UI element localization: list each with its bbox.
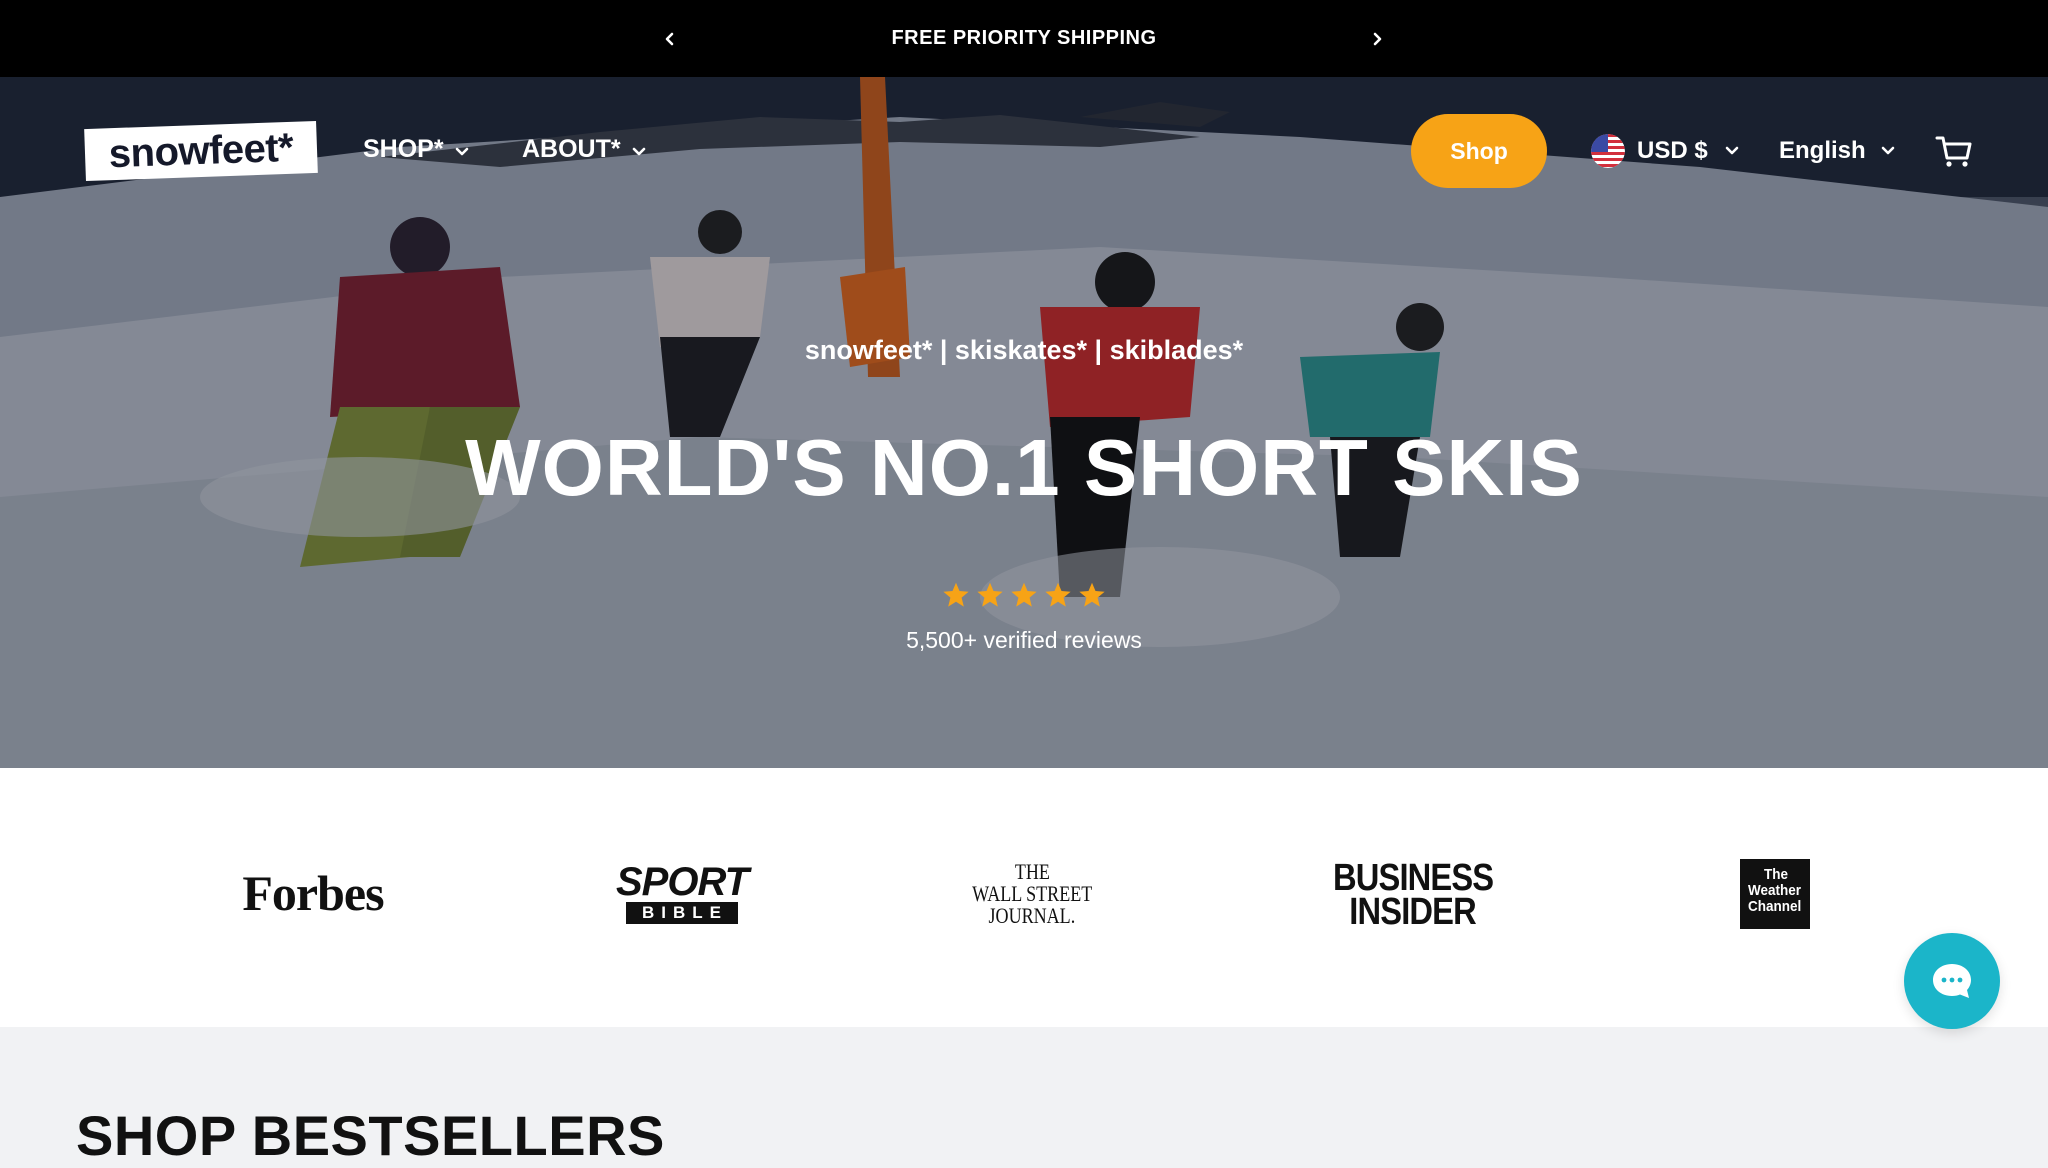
weather-channel-logo-line: Channel <box>1747 898 1802 915</box>
cart-icon[interactable] <box>1934 131 1974 171</box>
wall-street-journal-logo: THE WALL STREET JOURNAL. <box>972 860 1092 928</box>
wsj-logo-line: JOURNAL. <box>988 903 1076 928</box>
chevron-down-icon <box>1881 146 1894 155</box>
nav-about-label: ABOUT* <box>522 134 621 163</box>
announcement-prev-button[interactable] <box>655 24 685 54</box>
star-rating <box>0 581 2048 609</box>
hero-subtitle: snowfeet* | skiskates* | skiblades* <box>804 335 1244 365</box>
business-insider-logo-line: INSIDER <box>1349 891 1477 933</box>
site-logo[interactable]: snowfeet* <box>84 120 318 182</box>
currency-label: USD $ <box>1637 137 1708 164</box>
weather-channel-logo-line: Weather <box>1748 882 1802 899</box>
weather-channel-logo: The Weather Channel <box>1740 859 1810 929</box>
chevron-down-icon <box>632 147 645 156</box>
bestsellers-section: SHOP BESTSELLERS <box>0 1027 2048 1167</box>
reviews-count[interactable]: 5,500+ verified reviews <box>0 627 2048 654</box>
chat-icon <box>1933 964 1971 998</box>
hero-title: WORLD'S NO.1 SHORT SKIS <box>465 423 1583 512</box>
announcement-next-button[interactable] <box>1362 24 1392 54</box>
language-label: English <box>1779 137 1866 164</box>
us-flag-icon <box>1591 134 1625 168</box>
press-logos-strip: Forbes SPORT BIBLE THE WALL STREET JOURN… <box>0 768 2048 1027</box>
nav-shop-label: SHOP* <box>363 134 444 163</box>
business-insider-logo: BUSINESS INSIDER <box>1318 857 1508 933</box>
forbes-logo: Forbes <box>242 865 384 921</box>
sport-bible-logo-bottom: BIBLE <box>626 902 738 924</box>
nav-shop-menu[interactable]: SHOP* <box>363 129 470 169</box>
chevron-left-icon <box>665 32 674 46</box>
currency-selector[interactable]: USD $ <box>1591 133 1740 169</box>
chevron-down-icon <box>1725 146 1738 155</box>
sport-bible-logo: SPORT BIBLE <box>616 860 749 926</box>
star-icon <box>943 582 969 607</box>
bestsellers-heading: SHOP BESTSELLERS <box>76 1104 665 1167</box>
language-selector[interactable]: English <box>1779 133 1896 169</box>
wsj-logo-line: THE <box>1014 859 1050 884</box>
star-icon <box>1079 582 1105 607</box>
chat-button[interactable] <box>1904 933 2000 1029</box>
hero-section: snowfeet* SHOP* ABOUT* Shop USD $ Englis… <box>0 77 2048 768</box>
announcement-bar: FREE PRIORITY SHIPPING <box>0 0 2048 77</box>
star-icon <box>977 582 1003 607</box>
chevron-down-icon <box>455 147 468 156</box>
star-icon <box>1011 582 1037 607</box>
sport-bible-logo-top: SPORT <box>615 860 749 904</box>
wsj-logo-line: WALL STREET <box>971 881 1093 906</box>
weather-channel-logo-line: The <box>1764 866 1789 883</box>
nav-about-menu[interactable]: ABOUT* <box>522 129 647 169</box>
business-insider-logo-line: BUSINESS <box>1332 857 1494 899</box>
announcement-text: FREE PRIORITY SHIPPING <box>891 27 1157 49</box>
chevron-right-icon <box>1373 32 1382 46</box>
shop-button[interactable]: Shop <box>1411 114 1547 188</box>
star-icon <box>1045 582 1071 607</box>
